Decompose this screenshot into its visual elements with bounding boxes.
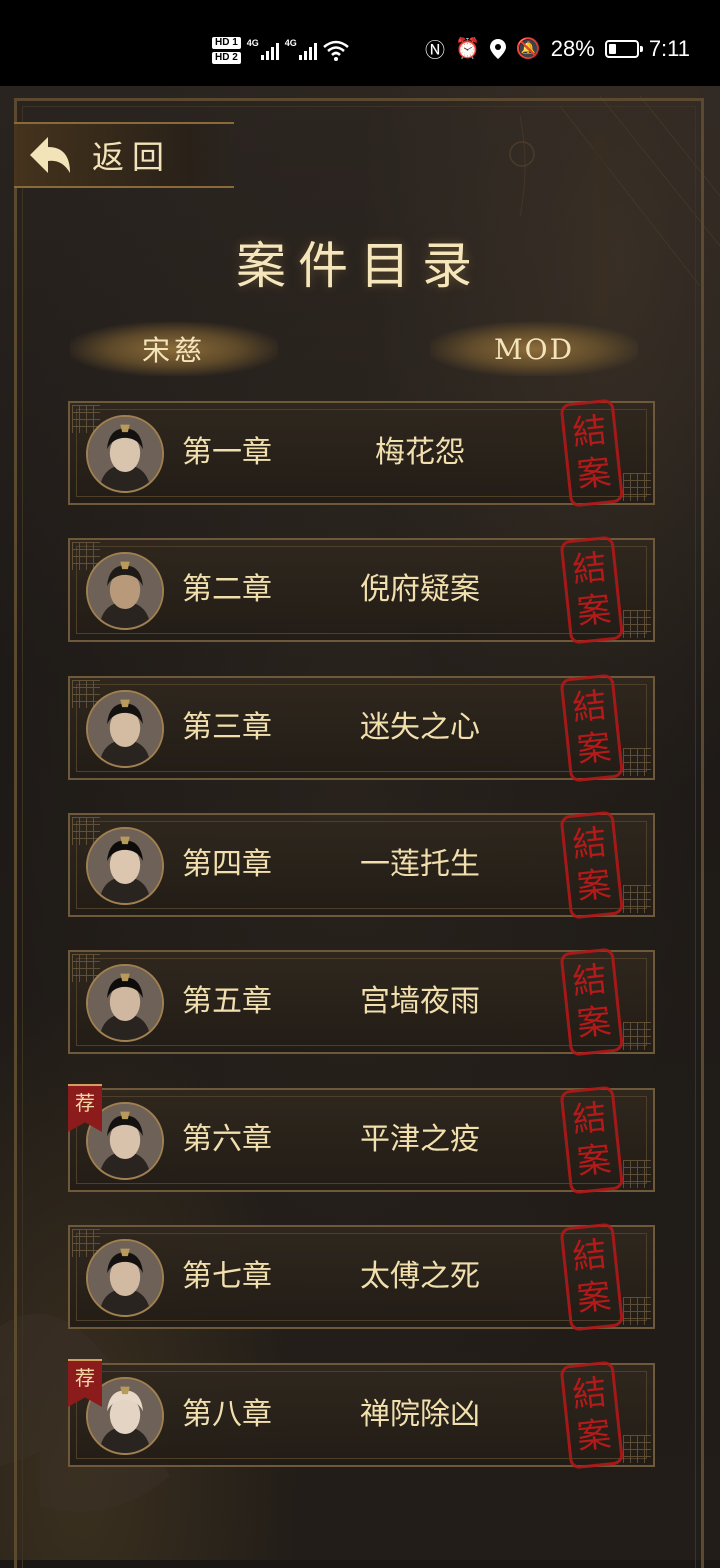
chapter-number: 第三章 xyxy=(182,710,272,745)
corner-lattice xyxy=(623,1160,651,1188)
character-avatar xyxy=(86,415,164,493)
signal-1-icon: 4G xyxy=(246,38,279,60)
seal-char-bottom: 案 xyxy=(574,452,613,496)
closed-case-seal: 結 案 xyxy=(559,947,625,1060)
seal-char-bottom: 案 xyxy=(574,1001,613,1045)
chapter-row-3[interactable]: 第三章 迷失之心 結 案 xyxy=(68,673,655,783)
location-icon xyxy=(489,38,506,59)
signal-2-icon: 4G xyxy=(284,38,317,60)
chapter-number: 第八章 xyxy=(182,1397,272,1432)
mute-bell-icon: 🔕 xyxy=(515,38,541,60)
closed-case-seal: 結 案 xyxy=(559,1085,625,1198)
chapter-title: 宫墙夜雨 xyxy=(360,984,480,1019)
seal-char-top: 結 xyxy=(570,1372,609,1416)
closed-case-seal: 結 案 xyxy=(559,810,625,923)
chapter-title: 平津之疫 xyxy=(360,1122,480,1157)
chapter-title: 倪府疑案 xyxy=(360,572,480,607)
chapter-number: 第五章 xyxy=(182,984,272,1019)
corner-lattice xyxy=(623,885,651,913)
chapter-row-8[interactable]: 第八章 禅院除凶 結 案 荐 xyxy=(68,1359,655,1470)
seal-char-bottom: 案 xyxy=(574,864,613,908)
net2-label: 4G xyxy=(284,38,297,48)
status-left: HD 1 HD 2 4G 4G xyxy=(212,30,349,70)
status-right: Ⓝ ⏰ 🔕 28% 7:11 xyxy=(425,34,690,63)
seal-char-top: 結 xyxy=(570,822,609,866)
net1-label: 4G xyxy=(246,38,259,48)
back-arrow-icon xyxy=(30,137,70,173)
chapter-number: 第四章 xyxy=(182,847,272,882)
chapter-title: 一莲托生 xyxy=(360,847,480,882)
corner-lattice xyxy=(623,1022,651,1050)
seal-char-top: 結 xyxy=(570,1234,609,1278)
corner-lattice xyxy=(623,610,651,638)
battery-percent: 28% xyxy=(550,35,595,61)
seal-char-bottom: 案 xyxy=(574,589,613,633)
corner-lattice xyxy=(623,473,651,501)
chapter-title: 禅院除凶 xyxy=(360,1397,480,1432)
back-label: 返回 xyxy=(92,138,173,176)
chapter-row-7[interactable]: 第七章 太傅之死 結 案 xyxy=(68,1222,655,1332)
seal-char-bottom: 案 xyxy=(574,1276,613,1320)
tab-mod[interactable]: MOD xyxy=(430,322,638,376)
chapter-row-1[interactable]: 第一章 梅花怨 結 案 xyxy=(68,398,655,508)
chapter-row-2[interactable]: 第二章 倪府疑案 結 案 xyxy=(68,535,655,645)
hd2-badge: HD 2 xyxy=(212,51,241,64)
chapter-title: 梅花怨 xyxy=(375,435,465,470)
chapter-row-6[interactable]: 第六章 平津之疫 結 案 荐 xyxy=(68,1084,655,1195)
chapter-number: 第六章 xyxy=(182,1122,272,1157)
battery-fill xyxy=(608,43,616,54)
character-avatar xyxy=(86,827,164,905)
closed-case-seal: 結 案 xyxy=(559,535,625,648)
character-avatar xyxy=(86,964,164,1042)
closed-case-seal: 結 案 xyxy=(559,673,625,786)
corner-lattice xyxy=(623,1435,651,1463)
hd1-badge: HD 1 xyxy=(212,36,241,49)
chapter-number: 第七章 xyxy=(182,1259,272,1294)
nfc-icon: Ⓝ xyxy=(424,40,445,62)
seal-char-top: 結 xyxy=(570,410,609,454)
seal-char-top: 結 xyxy=(570,1097,609,1141)
clock: 7:11 xyxy=(648,35,690,61)
seal-char-top: 結 xyxy=(570,959,609,1003)
chapter-row-4[interactable]: 第四章 一莲托生 結 案 xyxy=(68,810,655,920)
battery-icon xyxy=(604,39,643,58)
seal-char-top: 結 xyxy=(570,547,609,591)
seal-char-bottom: 案 xyxy=(574,1139,613,1183)
chapter-title: 迷失之心 xyxy=(360,710,480,745)
character-avatar xyxy=(86,552,164,630)
chapter-number: 第一章 xyxy=(182,435,272,470)
back-button[interactable]: 返回 xyxy=(14,122,234,188)
corner-lattice xyxy=(623,748,651,776)
closed-case-seal: 結 案 xyxy=(559,1222,625,1335)
alarm-icon: ⏰ xyxy=(454,38,480,60)
status-bar: HD 1 HD 2 4G 4G Ⓝ ⏰ 🔕 28% 7:11 xyxy=(0,0,720,86)
seal-char-bottom: 案 xyxy=(574,727,613,771)
closed-case-seal: 結 案 xyxy=(559,398,625,511)
hd-indicators: HD 1 HD 2 xyxy=(212,36,241,64)
character-avatar xyxy=(86,690,164,768)
chapter-title: 太傅之死 xyxy=(360,1259,480,1294)
wifi-icon xyxy=(322,40,349,61)
chapter-number: 第二章 xyxy=(182,572,272,607)
corner-lattice xyxy=(623,1297,651,1325)
chapter-row-5[interactable]: 第五章 宫墙夜雨 結 案 xyxy=(68,947,655,1057)
seal-char-top: 結 xyxy=(570,685,609,729)
tab-songci[interactable]: 宋慈 xyxy=(70,322,278,376)
character-avatar xyxy=(86,1239,164,1317)
closed-case-seal: 結 案 xyxy=(559,1360,625,1473)
seal-char-bottom: 案 xyxy=(574,1414,613,1458)
page-title: 案件目录 xyxy=(236,237,484,295)
